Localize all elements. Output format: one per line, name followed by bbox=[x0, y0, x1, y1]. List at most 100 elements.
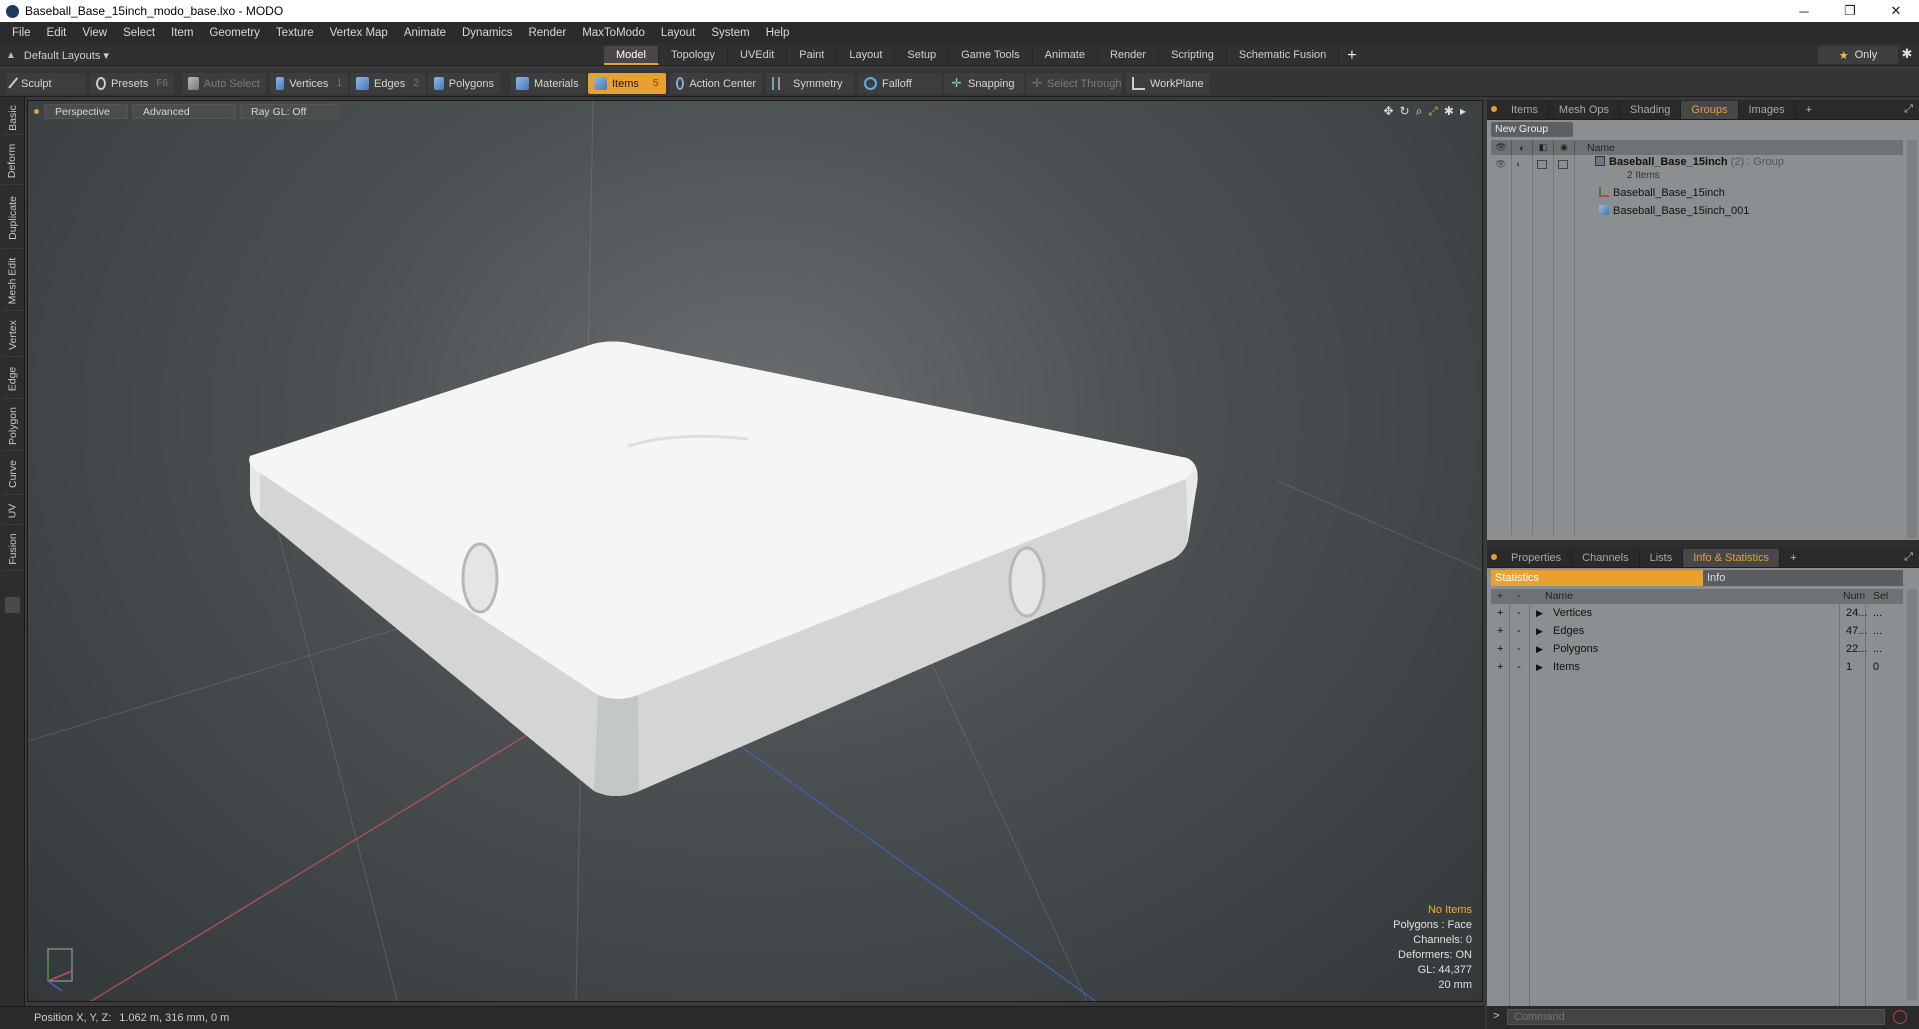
tab-game-tools[interactable]: Game Tools bbox=[949, 46, 1033, 65]
menu-layout[interactable]: Layout bbox=[653, 27, 704, 39]
gear-icon[interactable]: ✱ bbox=[1898, 46, 1916, 64]
tab-mesh-edit[interactable]: Mesh Edit bbox=[2, 251, 23, 311]
tab-scripting[interactable]: Scripting bbox=[1159, 46, 1227, 65]
menu-animate[interactable]: Animate bbox=[396, 27, 454, 39]
group-visibility-icon[interactable]: 👁 bbox=[1495, 159, 1506, 170]
collapse-all-icon[interactable]: - bbox=[1517, 589, 1521, 604]
subtab-statistics[interactable]: Statistics bbox=[1491, 570, 1703, 586]
add-layout-tab-button[interactable]: + bbox=[1339, 46, 1364, 65]
tab-duplicate[interactable]: Duplicate bbox=[2, 187, 23, 249]
raygl-toggle[interactable]: Ray GL: Off bbox=[240, 103, 340, 119]
default-layouts-dropdown[interactable]: Default Layouts ▾ bbox=[24, 49, 109, 62]
lock-column-icon[interactable]: ◧ bbox=[1533, 140, 1554, 155]
expand-arrow-icon[interactable]: ▶ bbox=[1536, 624, 1543, 639]
tab-items[interactable]: Items bbox=[1501, 101, 1549, 119]
group-render-icon[interactable]: ◐ bbox=[1516, 159, 1521, 169]
workplane-button[interactable]: WorkPlane bbox=[1126, 73, 1210, 94]
menu-texture[interactable]: Texture bbox=[268, 27, 322, 39]
viewport-expand-icon[interactable]: ▸ bbox=[1460, 104, 1466, 119]
viewport-options-dot[interactable] bbox=[34, 108, 39, 114]
command-input[interactable] bbox=[1507, 1009, 1885, 1025]
maximize-button[interactable]: ❐ bbox=[1827, 0, 1873, 22]
tab-animate[interactable]: Animate bbox=[1033, 46, 1098, 65]
group-child-row[interactable]: Baseball_Base_15inch_001 bbox=[1599, 204, 1749, 219]
tab-edge[interactable]: Edge bbox=[2, 359, 23, 399]
expand-arrow-icon[interactable]: ▶ bbox=[1536, 660, 1543, 675]
symmetry-button[interactable]: Symmetry bbox=[766, 73, 854, 94]
only-toggle-button[interactable]: ★ Only bbox=[1818, 46, 1898, 64]
tab-images[interactable]: Images bbox=[1739, 101, 1796, 119]
expand-all-icon[interactable]: + bbox=[1497, 589, 1503, 604]
name-column-header[interactable]: Name bbox=[1545, 589, 1573, 604]
subtab-info[interactable]: Info bbox=[1703, 570, 1903, 586]
tab-info-statistics[interactable]: Info & Statistics bbox=[1683, 549, 1781, 567]
tab-groups[interactable]: Groups bbox=[1681, 101, 1739, 119]
tab-basic[interactable]: Basic bbox=[2, 101, 23, 135]
tab-paint[interactable]: Paint bbox=[787, 46, 838, 65]
remove-icon[interactable]: - bbox=[1517, 660, 1521, 675]
group-row[interactable]: Baseball_Base_15inch (2) : Group bbox=[1595, 155, 1784, 170]
falloff-button[interactable]: Falloff bbox=[858, 73, 942, 94]
tab-uv[interactable]: UV bbox=[2, 497, 23, 525]
3d-viewport[interactable]: Perspective Advanced Ray GL: Off ✥ ↻ ⌕ ⤢… bbox=[27, 100, 1483, 1002]
materials-button[interactable]: Materials bbox=[510, 73, 586, 94]
auto-select-button[interactable]: Auto Select bbox=[182, 73, 266, 94]
stat-row-items[interactable]: + - ▶ Items 1 0 bbox=[1491, 660, 1903, 675]
menu-geometry[interactable]: Geometry bbox=[201, 27, 268, 39]
perspective-dropdown[interactable]: Perspective bbox=[44, 103, 128, 119]
tab-mesh-ops[interactable]: Mesh Ops bbox=[1549, 101, 1621, 119]
tab-topology[interactable]: Topology bbox=[659, 46, 729, 65]
vertices-button[interactable]: Vertices 1 bbox=[270, 73, 348, 94]
close-button[interactable]: ✕ bbox=[1873, 0, 1919, 22]
stat-row-edges[interactable]: + - ▶ Edges 47... ... bbox=[1491, 624, 1903, 639]
sel-column-header[interactable]: Sel bbox=[1873, 589, 1888, 604]
remove-icon[interactable]: - bbox=[1517, 606, 1521, 621]
expand-icon[interactable]: ⤢ bbox=[1904, 103, 1913, 116]
add-panel-tab-button[interactable]: + bbox=[1796, 101, 1822, 119]
tab-shading[interactable]: Shading bbox=[1620, 101, 1682, 119]
action-center-button[interactable]: Action Center bbox=[670, 73, 762, 94]
tab-properties[interactable]: Properties bbox=[1501, 549, 1573, 567]
sculpt-button[interactable]: Sculpt bbox=[6, 73, 86, 94]
presets-button[interactable]: Presets F6 bbox=[90, 73, 174, 94]
stat-row-vertices[interactable]: + - ▶ Vertices 24... ... bbox=[1491, 606, 1903, 621]
menu-dynamics[interactable]: Dynamics bbox=[454, 27, 520, 39]
left-tabs-toggle-button[interactable] bbox=[5, 597, 20, 613]
add-panel-tab-button[interactable]: + bbox=[1780, 549, 1806, 567]
record-macro-icon[interactable] bbox=[1893, 1010, 1907, 1024]
visibility-column-icon[interactable]: 👁 bbox=[1491, 140, 1512, 155]
menu-vertex-map[interactable]: Vertex Map bbox=[322, 27, 396, 39]
group-select-checkbox[interactable] bbox=[1558, 160, 1568, 169]
polygons-button[interactable]: Polygons bbox=[428, 73, 500, 94]
menu-render[interactable]: Render bbox=[520, 27, 574, 39]
tab-lists[interactable]: Lists bbox=[1640, 549, 1684, 567]
tab-uvedit[interactable]: UVEdit bbox=[728, 46, 788, 65]
items-button[interactable]: Items 5 bbox=[588, 73, 666, 94]
group-child-row[interactable]: Baseball_Base_15inch bbox=[1599, 186, 1725, 201]
tab-model[interactable]: Model bbox=[604, 46, 659, 65]
zoom-icon[interactable]: ⌕ bbox=[1416, 104, 1423, 119]
menu-item[interactable]: Item bbox=[163, 27, 201, 39]
tab-polygon[interactable]: Polygon bbox=[2, 401, 23, 451]
rotate-icon[interactable]: ↻ bbox=[1400, 104, 1410, 119]
tab-schematic-fusion[interactable]: Schematic Fusion bbox=[1227, 46, 1340, 65]
num-column-header[interactable]: Num bbox=[1843, 589, 1865, 604]
add-icon[interactable]: + bbox=[1497, 660, 1503, 675]
stat-row-polygons[interactable]: + - ▶ Polygons 22... ... bbox=[1491, 642, 1903, 657]
groups-scrollbar[interactable] bbox=[1907, 140, 1917, 538]
menu-select[interactable]: Select bbox=[115, 27, 163, 39]
select-through-button[interactable]: ✛ Select Through bbox=[1026, 73, 1122, 94]
tab-layout[interactable]: Layout bbox=[837, 46, 896, 65]
layout-collapse-icon[interactable]: ▲ bbox=[6, 50, 16, 61]
menu-view[interactable]: View bbox=[74, 27, 115, 39]
viewport-settings-icon[interactable]: ✱ bbox=[1444, 104, 1454, 119]
add-icon[interactable]: + bbox=[1497, 624, 1503, 639]
shading-mode-dropdown[interactable]: Advanced bbox=[132, 103, 236, 119]
group-lock-checkbox[interactable] bbox=[1537, 160, 1547, 169]
tab-render[interactable]: Render bbox=[1098, 46, 1160, 65]
new-group-button[interactable]: New Group bbox=[1491, 122, 1573, 137]
tab-setup[interactable]: Setup bbox=[895, 46, 950, 65]
tab-curve[interactable]: Curve bbox=[2, 453, 23, 495]
menu-edit[interactable]: Edit bbox=[39, 27, 75, 39]
menu-maxtomodo[interactable]: MaxToModo bbox=[574, 27, 653, 39]
